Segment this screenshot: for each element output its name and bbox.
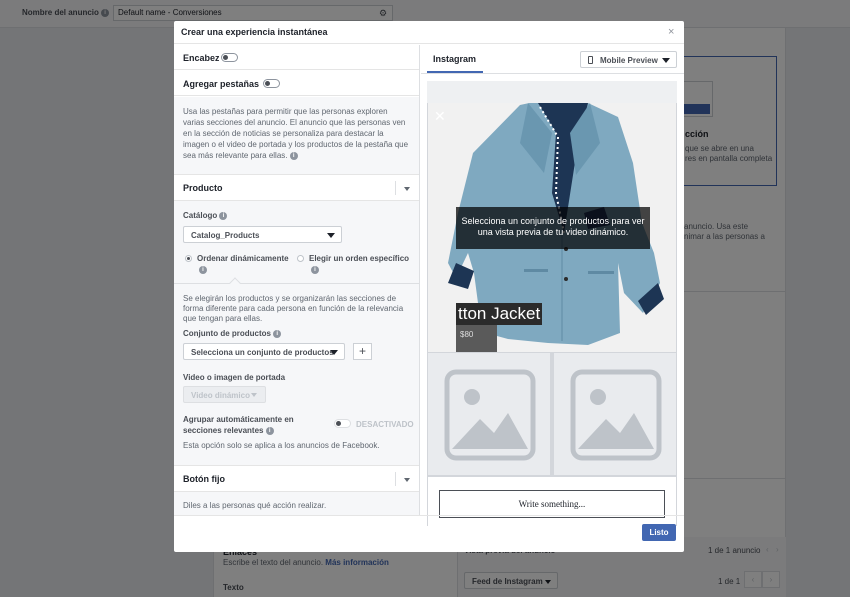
tabs-description-block: Usa las pestañas para permitir que las p… (174, 97, 419, 174)
fixed-button-desc: Diles a las personas qué acción realizar… (183, 501, 327, 510)
add-product-set-button[interactable]: + (353, 343, 372, 360)
product-name: tton Jacket (456, 303, 543, 325)
fixed-button-title: Botón fijo (183, 474, 225, 484)
product-section-title: Producto (183, 183, 223, 193)
group-sections-toggle[interactable] (334, 419, 351, 428)
group-sections-desc: Esta opción solo se aplica a los anuncio… (183, 441, 380, 450)
done-button[interactable]: Listo (642, 524, 676, 541)
tab-instagram[interactable]: Instagram (433, 54, 476, 64)
fixed-button-section: Botón fijo (174, 465, 419, 492)
info-icon: i (199, 266, 207, 274)
product-settings: Catálogo i Catalog_Products Ordenar diná… (174, 201, 419, 465)
product-hero-image: ✕ Selecciona un conjunto de productos pa… (428, 103, 676, 352)
phone-preview: ✕ Selecciona un conjunto de productos pa… (427, 81, 677, 529)
fixed-button-desc-block: Diles a las personas qué acción realizar… (174, 492, 419, 515)
chevron-down-icon[interactable] (404, 187, 410, 191)
tabs-section-title: Agregar pestañas (183, 79, 260, 89)
chevron-down-icon[interactable] (404, 478, 410, 482)
dynamic-order-label[interactable]: Ordenar dinámicamente (197, 254, 289, 263)
dialog-title: Crear una experiencia instantánea (181, 27, 328, 37)
close-icon[interactable]: ✕ (434, 108, 446, 125)
info-icon: i (219, 211, 228, 220)
product-set-tooltip: Selecciona un conjunto de productos para… (456, 207, 650, 249)
cover-select[interactable]: Video dinámico (183, 386, 266, 403)
header-toggle[interactable] (221, 53, 238, 62)
header-section-title: Encabezado (183, 53, 219, 63)
tabs-description: Usa las pestañas para permitir que las p… (183, 107, 409, 160)
image-placeholder-tile (554, 353, 676, 475)
phone-icon (588, 56, 593, 64)
instant-experience-dialog: Crear una experiencia instantánea × Enca… (174, 21, 684, 552)
info-icon: i (265, 426, 274, 435)
divider (421, 73, 684, 74)
specific-order-radio[interactable] (297, 255, 304, 262)
cover-label: Video o imagen de portada (183, 373, 286, 382)
chevron-down-icon (330, 350, 338, 355)
header-section: Encabezado (174, 45, 419, 70)
tabs-section: Agregar pestañas (174, 71, 419, 96)
dialog-header: Crear una experiencia instantánea × (174, 21, 684, 44)
mobile-preview-select[interactable]: Mobile Preview (580, 51, 677, 68)
preview-panel: Instagram Mobile Preview ✕ Selecciona un… (421, 45, 684, 529)
chevron-down-icon (251, 393, 257, 397)
toggle-state-label: DESACTIVADO (356, 420, 414, 429)
tabs-toggle[interactable] (263, 79, 280, 88)
info-icon: i (311, 266, 319, 274)
info-icon: i (289, 151, 298, 160)
image-placeholder-icon (570, 369, 662, 461)
settings-panel: Encabezado Agregar pestañas Usa las pest… (174, 45, 420, 515)
compose-input[interactable]: Write something... (439, 490, 665, 518)
preview-top-bar (427, 81, 677, 103)
divider (174, 283, 419, 284)
dynamic-order-radio[interactable] (185, 255, 192, 262)
catalog-select[interactable]: Catalog_Products (183, 226, 342, 243)
pointer-arrow (229, 277, 241, 289)
mobile-preview-label: Mobile Preview (600, 56, 658, 65)
info-icon: i (273, 329, 282, 338)
close-icon[interactable]: × (668, 26, 674, 38)
chevron-down-icon (327, 233, 335, 238)
divider (395, 181, 396, 195)
group-sections-label: Agrupar automáticamente en secciones rel… (183, 415, 294, 435)
specific-order-label[interactable]: Elegir un orden específico (309, 254, 409, 263)
divider (395, 472, 396, 486)
product-set-select[interactable]: Selecciona un conjunto de productos (183, 343, 345, 360)
product-price: $80 (456, 325, 497, 352)
catalog-label: Catálogo i (183, 211, 228, 220)
product-set-label: Conjunto de productos i (183, 329, 282, 338)
dialog-footer: Listo (174, 515, 684, 552)
image-placeholder-tile (428, 353, 550, 475)
order-description: Se elegirán los productos y se organizar… (183, 294, 404, 323)
product-section: Producto (174, 174, 419, 201)
image-placeholder-icon (444, 369, 536, 461)
chevron-down-icon (662, 58, 670, 63)
